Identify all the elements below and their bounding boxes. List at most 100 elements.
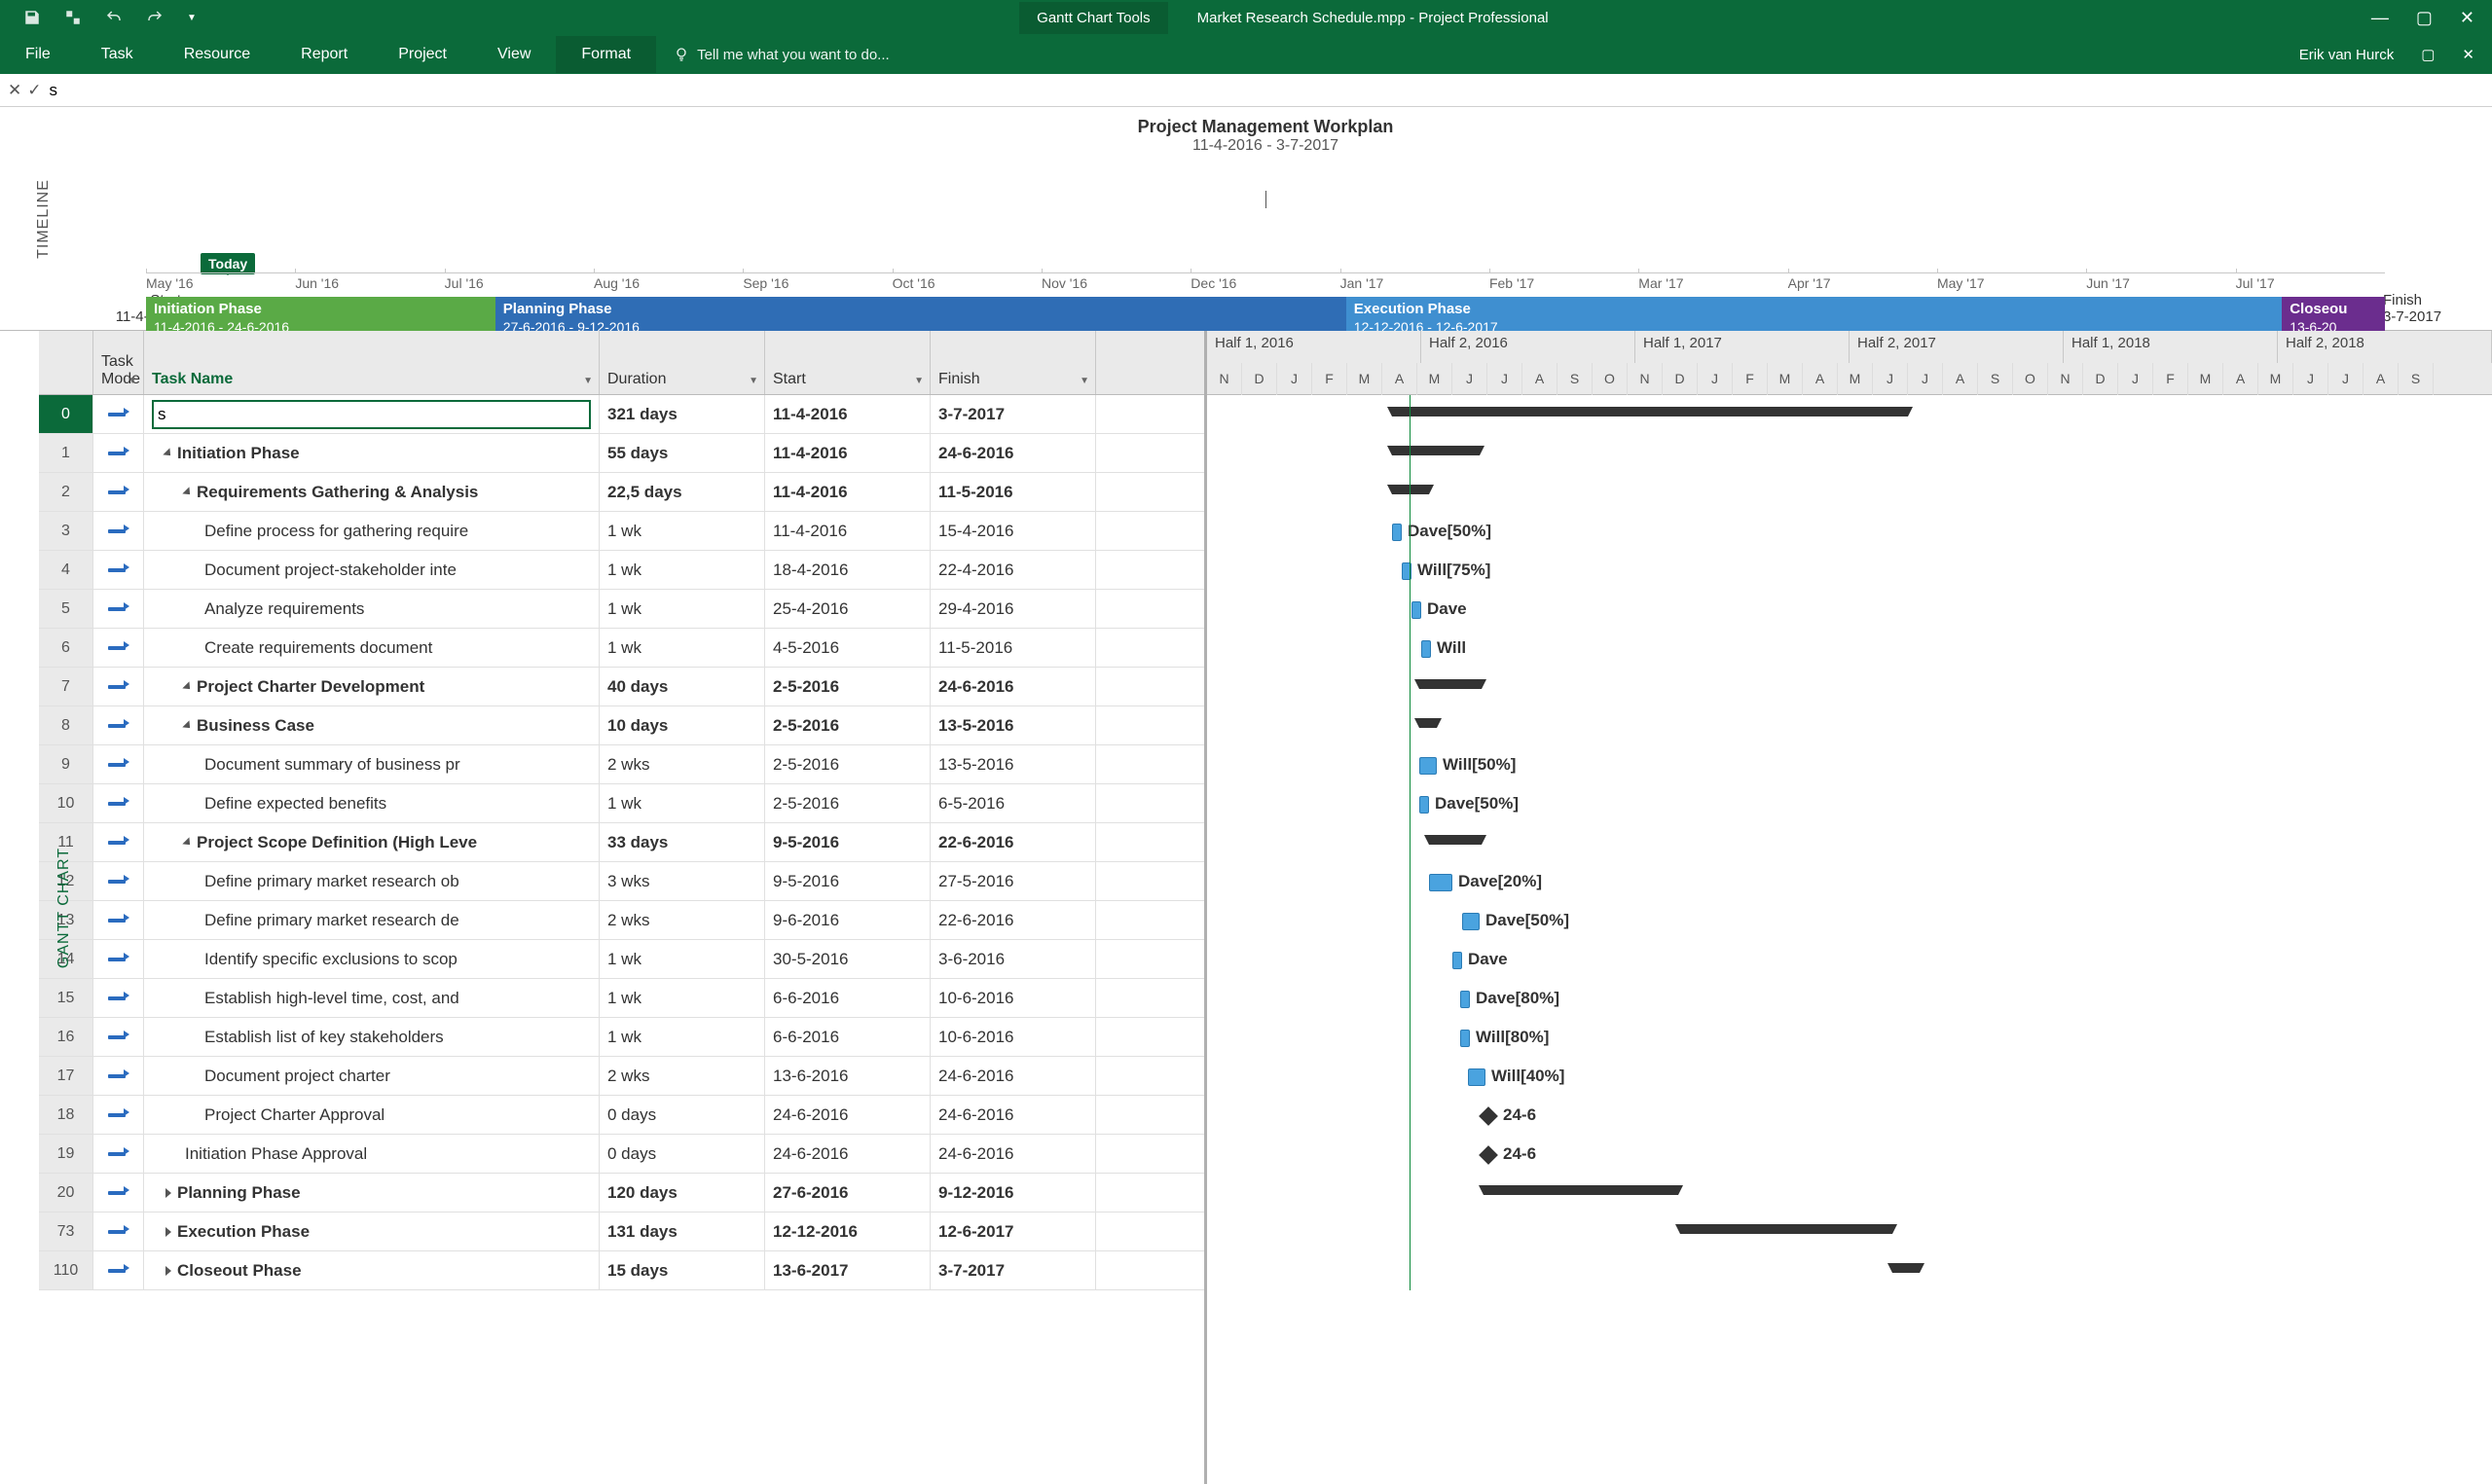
row-index[interactable]: 6 [39, 629, 93, 667]
start-cell[interactable]: 2-5-2016 [765, 706, 931, 744]
row-index[interactable]: 3 [39, 512, 93, 550]
row-index[interactable]: 9 [39, 745, 93, 783]
table-row[interactable]: 20Planning Phase120 days27-6-20169-12-20… [39, 1174, 1204, 1213]
dur-cell[interactable]: 2 wks [600, 745, 765, 783]
tab-view[interactable]: View [472, 36, 556, 73]
table-row[interactable]: 12Define primary market research ob3 wks… [39, 862, 1204, 901]
start-cell[interactable]: 18-4-2016 [765, 551, 931, 589]
task-name-cell[interactable]: Initiation Phase [144, 434, 600, 472]
finish-cell[interactable]: 6-5-2016 [931, 784, 1096, 822]
task-bar[interactable] [1419, 796, 1429, 814]
task-bar[interactable] [1468, 1068, 1485, 1086]
task-mode-cell[interactable] [93, 706, 144, 744]
dur-cell[interactable]: 1 wk [600, 784, 765, 822]
finish-cell[interactable]: 24-6-2016 [931, 1135, 1096, 1173]
task-mode-cell[interactable] [93, 1096, 144, 1134]
task-name-cell[interactable]: Closeout Phase [144, 1251, 600, 1289]
start-cell[interactable]: 9-5-2016 [765, 862, 931, 900]
start-cell[interactable]: 4-5-2016 [765, 629, 931, 667]
task-name-cell[interactable]: Document project charter [144, 1057, 600, 1095]
task-mode-cell[interactable] [93, 940, 144, 978]
dur-cell[interactable]: 1 wk [600, 590, 765, 628]
task-name-cell[interactable]: Planning Phase [144, 1174, 600, 1212]
gantt-chart[interactable]: Half 1, 2016Half 2, 2016Half 1, 2017Half… [1207, 331, 2492, 1484]
task-name-cell[interactable]: Business Case [144, 706, 600, 744]
milestone-icon[interactable] [1479, 1145, 1498, 1165]
table-row[interactable]: 6Create requirements document1 wk4-5-201… [39, 629, 1204, 668]
row-index[interactable]: 20 [39, 1174, 93, 1212]
start-cell[interactable]: 11-4-2016 [765, 512, 931, 550]
start-cell[interactable]: 6-6-2016 [765, 979, 931, 1017]
row-index[interactable]: 19 [39, 1135, 93, 1173]
start-cell[interactable]: 12-12-2016 [765, 1213, 931, 1250]
start-cell[interactable]: 24-6-2016 [765, 1135, 931, 1173]
dur-cell[interactable]: 1 wk [600, 512, 765, 550]
task-mode-cell[interactable] [93, 1018, 144, 1056]
finish-cell[interactable]: 24-6-2016 [931, 668, 1096, 706]
close-icon[interactable]: ✕ [2460, 8, 2474, 28]
task-name-cell[interactable]: Analyze requirements [144, 590, 600, 628]
row-index[interactable]: 17 [39, 1057, 93, 1095]
finish-cell[interactable]: 11-5-2016 [931, 629, 1096, 667]
finish-cell[interactable]: 27-5-2016 [931, 862, 1096, 900]
chevron-down-icon[interactable]: ▼ [1080, 376, 1089, 386]
close-document-icon[interactable]: ✕ [2462, 46, 2474, 63]
collapse-icon[interactable] [163, 448, 173, 458]
dur-cell[interactable]: 1 wk [600, 551, 765, 589]
task-name-cell[interactable]: Define expected benefits [144, 784, 600, 822]
save-icon[interactable] [23, 9, 41, 26]
start-cell[interactable]: 24-6-2016 [765, 1096, 931, 1134]
minimize-icon[interactable]: — [2371, 8, 2389, 28]
finish-cell[interactable]: 10-6-2016 [931, 979, 1096, 1017]
task-mode-cell[interactable] [93, 1174, 144, 1212]
summary-bar[interactable] [1680, 1224, 1892, 1234]
tab-format[interactable]: Format [556, 36, 656, 73]
task-name-cell[interactable]: Define process for gathering require [144, 512, 600, 550]
task-name-cell[interactable]: Project Scope Definition (High Leve [144, 823, 600, 861]
cancel-entry-icon[interactable]: ✕ [8, 81, 21, 100]
finish-cell[interactable]: 10-6-2016 [931, 1018, 1096, 1056]
maximize-icon[interactable]: ▢ [2416, 8, 2433, 28]
task-bar[interactable] [1460, 991, 1470, 1008]
dur-cell[interactable]: 0 days [600, 1135, 765, 1173]
task-mode-cell[interactable] [93, 979, 144, 1017]
task-mode-cell[interactable] [93, 862, 144, 900]
summary-bar[interactable] [1392, 407, 1908, 416]
collapse-icon[interactable] [182, 487, 193, 497]
task-mode-cell[interactable] [93, 434, 144, 472]
table-row[interactable]: 10Define expected benefits1 wk2-5-20166-… [39, 784, 1204, 823]
table-row[interactable]: 11Project Scope Definition (High Leve33 … [39, 823, 1204, 862]
collapse-icon[interactable] [165, 1227, 171, 1237]
table-row[interactable]: 73Execution Phase131 days12-12-201612-6-… [39, 1213, 1204, 1251]
dur-cell[interactable]: 1 wk [600, 979, 765, 1017]
task-mode-cell[interactable] [93, 1135, 144, 1173]
summary-bar[interactable] [1392, 446, 1480, 455]
dur-cell[interactable]: 321 days [600, 395, 765, 433]
row-index[interactable]: 2 [39, 473, 93, 511]
dur-cell[interactable]: 1 wk [600, 1018, 765, 1056]
start-cell[interactable]: 13-6-2016 [765, 1057, 931, 1095]
task-name-input[interactable] [152, 400, 591, 429]
table-row[interactable]: 13Define primary market research de2 wks… [39, 901, 1204, 940]
table-row[interactable]: 0321 days11-4-20163-7-2017 [39, 395, 1204, 434]
start-cell[interactable]: 6-6-2016 [765, 1018, 931, 1056]
qat-dropdown-icon[interactable]: ▼ [187, 13, 197, 23]
start-cell[interactable]: 9-5-2016 [765, 823, 931, 861]
task-bar[interactable] [1429, 874, 1452, 891]
row-index[interactable]: 18 [39, 1096, 93, 1134]
col-task-name[interactable]: Task Name▼ [144, 331, 600, 394]
task-name-cell[interactable]: Initiation Phase Approval [144, 1135, 600, 1173]
accept-entry-icon[interactable]: ✓ [27, 81, 41, 100]
table-row[interactable]: 2Requirements Gathering & Analysis22,5 d… [39, 473, 1204, 512]
task-name-cell[interactable] [144, 395, 600, 433]
start-cell[interactable]: 30-5-2016 [765, 940, 931, 978]
finish-cell[interactable]: 3-7-2017 [931, 395, 1096, 433]
finish-cell[interactable]: 9-12-2016 [931, 1174, 1096, 1212]
finish-cell[interactable]: 22-4-2016 [931, 551, 1096, 589]
table-row[interactable]: 3 Define process for gathering require1 w… [39, 512, 1204, 551]
finish-cell[interactable]: 15-4-2016 [931, 512, 1096, 550]
summary-bar[interactable] [1392, 485, 1429, 494]
compare-icon[interactable] [64, 9, 82, 26]
row-index[interactable]: 1 [39, 434, 93, 472]
task-mode-cell[interactable] [93, 745, 144, 783]
